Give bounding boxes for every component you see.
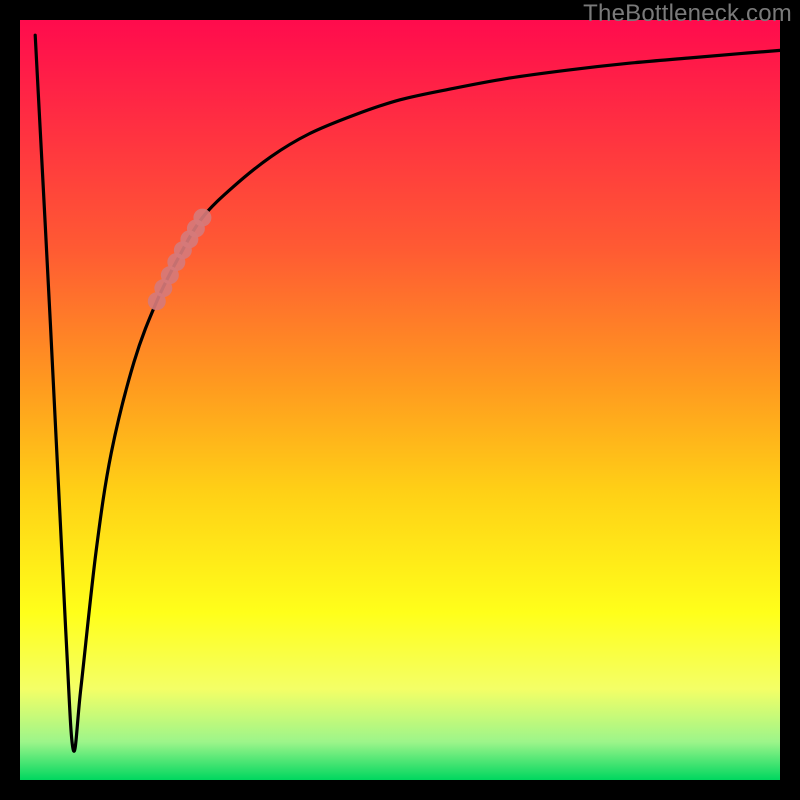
plot-area [20,20,780,780]
highlight-segment [148,209,212,311]
curve-svg [20,20,780,780]
attribution-label: TheBottleneck.com [583,0,792,28]
bottleneck-curve [35,35,780,751]
highlight-dot [193,209,211,227]
chart-stage: TheBottleneck.com [0,0,800,800]
